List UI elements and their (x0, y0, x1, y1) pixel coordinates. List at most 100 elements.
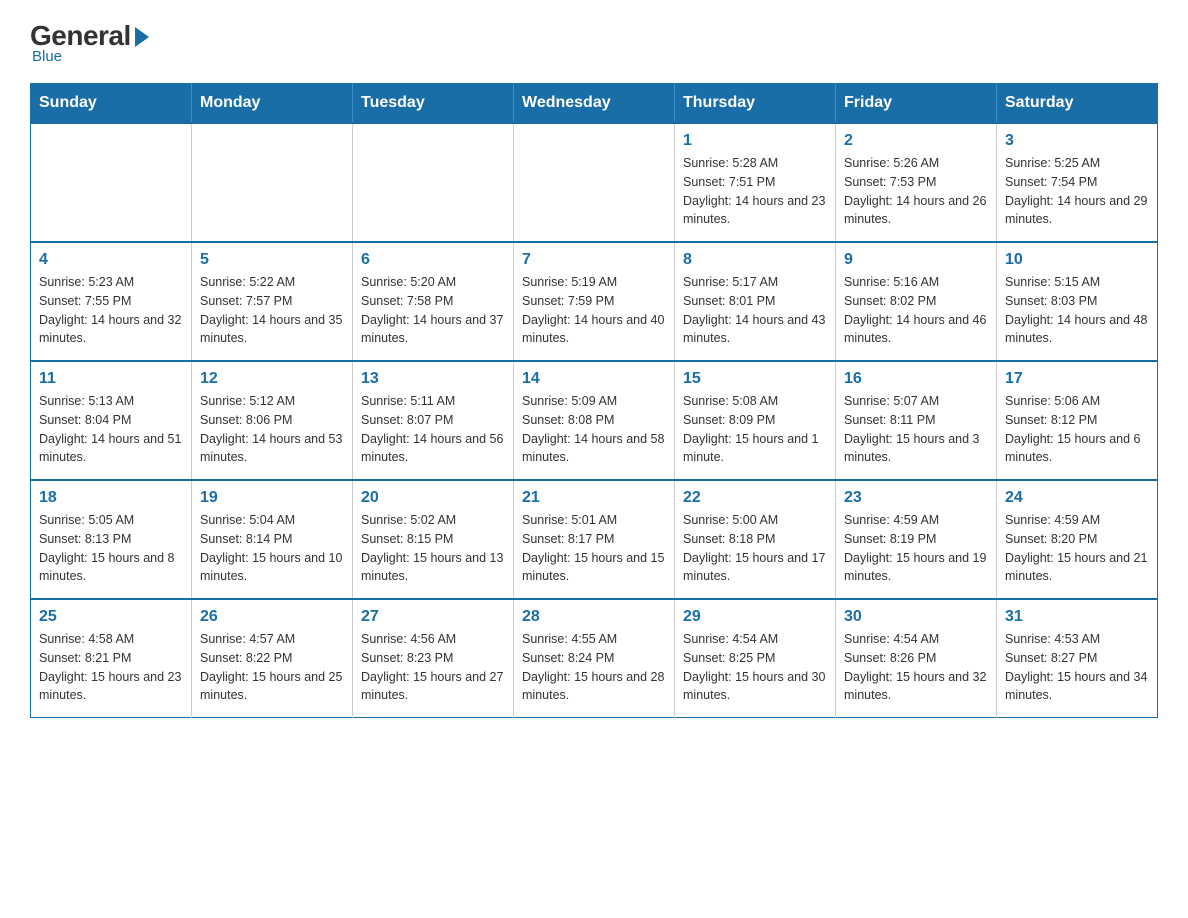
day-number: 3 (1005, 132, 1149, 150)
day-number: 18 (39, 489, 183, 507)
day-number: 25 (39, 608, 183, 626)
calendar-week-row: 1Sunrise: 5:28 AM Sunset: 7:51 PM Daylig… (31, 123, 1158, 242)
day-info: Sunrise: 4:56 AM Sunset: 8:23 PM Dayligh… (361, 630, 505, 705)
day-number: 29 (683, 608, 827, 626)
day-info: Sunrise: 4:59 AM Sunset: 8:19 PM Dayligh… (844, 511, 988, 586)
day-info: Sunrise: 5:05 AM Sunset: 8:13 PM Dayligh… (39, 511, 183, 586)
calendar-day-cell: 27 Sunrise: 4:56 AM Sunset: 8:23 PM Dayli… (353, 599, 514, 718)
day-info: Sunrise: 5:08 AM Sunset: 8:09 PM Dayligh… (683, 392, 827, 467)
day-number: 27 (361, 608, 505, 626)
day-info: Sunrise: 5:09 AM Sunset: 8:08 PM Dayligh… (522, 392, 666, 467)
day-number: 24 (1005, 489, 1149, 507)
day-number: 7 (522, 251, 666, 269)
day-info: Sunrise: 5:17 AM Sunset: 8:01 PM Dayligh… (683, 273, 827, 348)
day-info: Sunrise: 5:26 AM Sunset: 7:53 PM Dayligh… (844, 154, 988, 229)
calendar-day-cell: 6 Sunrise: 5:20 AM Sunset: 7:58 PM Daylig… (353, 242, 514, 361)
day-number: 12 (200, 370, 344, 388)
day-number: 15 (683, 370, 827, 388)
calendar-day-cell (31, 123, 192, 242)
day-info: Sunrise: 4:55 AM Sunset: 8:24 PM Dayligh… (522, 630, 666, 705)
day-info: Sunrise: 5:00 AM Sunset: 8:18 PM Dayligh… (683, 511, 827, 586)
calendar-body: 1Sunrise: 5:28 AM Sunset: 7:51 PM Daylig… (31, 123, 1158, 718)
day-number: 19 (200, 489, 344, 507)
day-info: Sunrise: 5:04 AM Sunset: 8:14 PM Dayligh… (200, 511, 344, 586)
day-info: Sunrise: 5:01 AM Sunset: 8:17 PM Dayligh… (522, 511, 666, 586)
calendar-day-cell: 4Sunrise: 5:23 AM Sunset: 7:55 PM Daylig… (31, 242, 192, 361)
day-number: 2 (844, 132, 988, 150)
day-info: Sunrise: 4:57 AM Sunset: 8:22 PM Dayligh… (200, 630, 344, 705)
day-number: 10 (1005, 251, 1149, 269)
calendar-day-cell: 19 Sunrise: 5:04 AM Sunset: 8:14 PM Dayli… (192, 480, 353, 599)
day-of-week-header: Thursday (675, 84, 836, 124)
day-info: Sunrise: 5:25 AM Sunset: 7:54 PM Dayligh… (1005, 154, 1149, 229)
day-of-week-header: Friday (836, 84, 997, 124)
calendar-day-cell: 8 Sunrise: 5:17 AM Sunset: 8:01 PM Daylig… (675, 242, 836, 361)
day-info: Sunrise: 4:58 AM Sunset: 8:21 PM Dayligh… (39, 630, 183, 705)
day-info: Sunrise: 5:28 AM Sunset: 7:51 PM Dayligh… (683, 154, 827, 229)
calendar-day-cell: 18 Sunrise: 5:05 AM Sunset: 8:13 PM Dayli… (31, 480, 192, 599)
calendar-day-cell: 24 Sunrise: 4:59 AM Sunset: 8:20 PM Dayli… (997, 480, 1158, 599)
day-number: 28 (522, 608, 666, 626)
day-number: 20 (361, 489, 505, 507)
day-number: 23 (844, 489, 988, 507)
day-info: Sunrise: 5:12 AM Sunset: 8:06 PM Dayligh… (200, 392, 344, 467)
day-info: Sunrise: 5:22 AM Sunset: 7:57 PM Dayligh… (200, 273, 344, 348)
day-of-week-header: Saturday (997, 84, 1158, 124)
calendar-day-cell: 31 Sunrise: 4:53 AM Sunset: 8:27 PM Dayli… (997, 599, 1158, 718)
calendar-day-cell: 12 Sunrise: 5:12 AM Sunset: 8:06 PM Dayli… (192, 361, 353, 480)
calendar-day-cell: 21 Sunrise: 5:01 AM Sunset: 8:17 PM Dayli… (514, 480, 675, 599)
calendar-day-cell (192, 123, 353, 242)
calendar-day-cell: 13 Sunrise: 5:11 AM Sunset: 8:07 PM Dayli… (353, 361, 514, 480)
day-number: 17 (1005, 370, 1149, 388)
calendar-day-cell: 10 Sunrise: 5:15 AM Sunset: 8:03 PM Dayli… (997, 242, 1158, 361)
day-number: 26 (200, 608, 344, 626)
day-info: Sunrise: 5:16 AM Sunset: 8:02 PM Dayligh… (844, 273, 988, 348)
calendar-day-cell: 3 Sunrise: 5:25 AM Sunset: 7:54 PM Daylig… (997, 123, 1158, 242)
calendar-day-cell: 15 Sunrise: 5:08 AM Sunset: 8:09 PM Dayli… (675, 361, 836, 480)
day-of-week-header: Sunday (31, 84, 192, 124)
calendar-day-cell: 20 Sunrise: 5:02 AM Sunset: 8:15 PM Dayli… (353, 480, 514, 599)
day-number: 13 (361, 370, 505, 388)
calendar-day-cell: 2 Sunrise: 5:26 AM Sunset: 7:53 PM Daylig… (836, 123, 997, 242)
calendar-day-cell: 9Sunrise: 5:16 AM Sunset: 8:02 PM Daylig… (836, 242, 997, 361)
calendar-day-cell: 30 Sunrise: 4:54 AM Sunset: 8:26 PM Dayli… (836, 599, 997, 718)
day-of-week-header: Wednesday (514, 84, 675, 124)
calendar-day-cell: 1Sunrise: 5:28 AM Sunset: 7:51 PM Daylig… (675, 123, 836, 242)
calendar-week-row: 11Sunrise: 5:13 AM Sunset: 8:04 PM Dayli… (31, 361, 1158, 480)
calendar-day-cell (514, 123, 675, 242)
day-number: 6 (361, 251, 505, 269)
calendar-week-row: 4Sunrise: 5:23 AM Sunset: 7:55 PM Daylig… (31, 242, 1158, 361)
day-info: Sunrise: 5:02 AM Sunset: 8:15 PM Dayligh… (361, 511, 505, 586)
day-info: Sunrise: 5:11 AM Sunset: 8:07 PM Dayligh… (361, 392, 505, 467)
calendar-day-cell: 23 Sunrise: 4:59 AM Sunset: 8:19 PM Dayli… (836, 480, 997, 599)
calendar-day-cell: 5 Sunrise: 5:22 AM Sunset: 7:57 PM Daylig… (192, 242, 353, 361)
day-info: Sunrise: 5:07 AM Sunset: 8:11 PM Dayligh… (844, 392, 988, 467)
day-info: Sunrise: 5:19 AM Sunset: 7:59 PM Dayligh… (522, 273, 666, 348)
calendar-day-cell: 7 Sunrise: 5:19 AM Sunset: 7:59 PM Daylig… (514, 242, 675, 361)
day-info: Sunrise: 5:06 AM Sunset: 8:12 PM Dayligh… (1005, 392, 1149, 467)
day-info: Sunrise: 4:59 AM Sunset: 8:20 PM Dayligh… (1005, 511, 1149, 586)
day-info: Sunrise: 5:13 AM Sunset: 8:04 PM Dayligh… (39, 392, 183, 467)
days-of-week-row: SundayMondayTuesdayWednesdayThursdayFrid… (31, 84, 1158, 124)
day-info: Sunrise: 5:20 AM Sunset: 7:58 PM Dayligh… (361, 273, 505, 348)
day-info: Sunrise: 4:53 AM Sunset: 8:27 PM Dayligh… (1005, 630, 1149, 705)
day-number: 14 (522, 370, 666, 388)
day-number: 21 (522, 489, 666, 507)
logo-subtitle: Blue (32, 48, 62, 65)
day-number: 31 (1005, 608, 1149, 626)
day-number: 16 (844, 370, 988, 388)
page-header: General Blue (30, 20, 1158, 65)
day-number: 5 (200, 251, 344, 269)
calendar-day-cell: 25 Sunrise: 4:58 AM Sunset: 8:21 PM Dayli… (31, 599, 192, 718)
logo: General Blue (30, 20, 149, 65)
day-number: 8 (683, 251, 827, 269)
day-number: 30 (844, 608, 988, 626)
calendar-day-cell: 14 Sunrise: 5:09 AM Sunset: 8:08 PM Dayli… (514, 361, 675, 480)
calendar-day-cell: 28 Sunrise: 4:55 AM Sunset: 8:24 PM Dayli… (514, 599, 675, 718)
logo-arrow-icon (135, 27, 149, 47)
calendar-day-cell: 29Sunrise: 4:54 AM Sunset: 8:25 PM Dayli… (675, 599, 836, 718)
day-info: Sunrise: 4:54 AM Sunset: 8:26 PM Dayligh… (844, 630, 988, 705)
calendar-week-row: 18 Sunrise: 5:05 AM Sunset: 8:13 PM Dayli… (31, 480, 1158, 599)
day-info: Sunrise: 5:15 AM Sunset: 8:03 PM Dayligh… (1005, 273, 1149, 348)
day-of-week-header: Monday (192, 84, 353, 124)
